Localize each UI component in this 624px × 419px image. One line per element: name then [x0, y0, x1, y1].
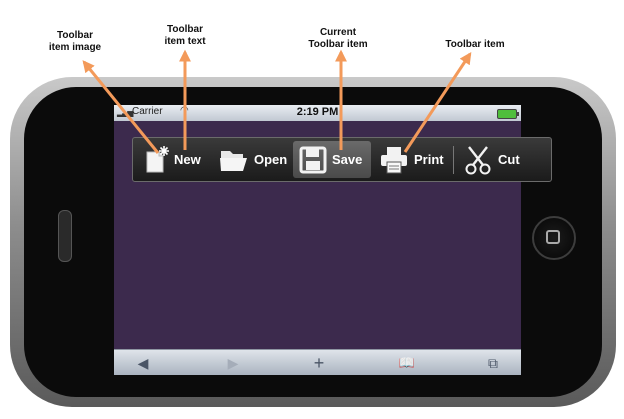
scissors-icon — [463, 145, 493, 175]
bookmarks-icon[interactable]: 📖 — [392, 353, 422, 373]
toolbar-item-new[interactable]: New — [139, 141, 207, 178]
home-button[interactable] — [532, 216, 576, 260]
annotation-current-item: Current Toolbar item — [308, 27, 368, 50]
toolbar-separator — [453, 146, 454, 174]
floppy-disk-icon — [299, 146, 327, 174]
annotation-toolbar-item: Toolbar item — [445, 39, 505, 50]
back-icon[interactable]: ◀ — [128, 353, 158, 373]
browser-toolbar: ◀ ▶ + 📖 ⧉ — [114, 349, 521, 375]
toolbar-item-label: Print — [414, 152, 444, 167]
toolbar-item-label: Save — [332, 152, 363, 167]
toolbar: New Open Save Print Cut — [132, 137, 552, 182]
battery-icon — [497, 109, 519, 119]
toolbar-item-label: Cut — [498, 152, 520, 167]
toolbar-item-cut[interactable]: Cut — [457, 141, 526, 178]
pages-icon[interactable]: ⧉ — [478, 353, 508, 373]
folder-icon — [219, 147, 249, 173]
printer-icon — [379, 145, 409, 175]
annotation-item-image: Toolbar item image — [48, 30, 102, 53]
toolbar-item-label: New — [174, 152, 201, 167]
home-button-icon — [546, 230, 560, 244]
status-time: 2:19 PM — [296, 106, 339, 118]
annotation-item-text: Toolbar item text — [164, 24, 206, 47]
toolbar-item-open[interactable]: Open — [213, 141, 293, 178]
toolbar-item-print[interactable]: Print — [373, 141, 450, 178]
new-document-icon — [145, 145, 169, 174]
status-bar: ▂▃▅ Carrier ◠ 2:19 PM — [114, 105, 521, 121]
forward-icon[interactable]: ▶ — [218, 353, 248, 373]
speaker-grille — [58, 210, 72, 262]
toolbar-item-label: Open — [254, 152, 288, 167]
add-bookmark-icon[interactable]: + — [304, 353, 334, 373]
toolbar-item-save[interactable]: Save — [293, 141, 371, 178]
